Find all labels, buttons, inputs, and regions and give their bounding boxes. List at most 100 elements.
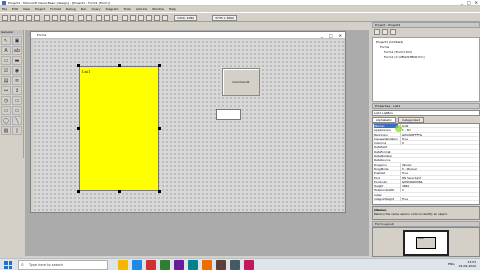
- filelistbox-tool-icon[interactable]: ▭: [12, 106, 22, 115]
- taskbar-app-icon[interactable]: [216, 260, 226, 270]
- property-value[interactable]: True: [400, 197, 479, 202]
- optionbutton-tool-icon[interactable]: ◉: [12, 66, 22, 75]
- listbox-control[interactable]: List1: [79, 66, 159, 191]
- resize-handle-ne[interactable]: [158, 64, 161, 67]
- form-position-preview[interactable]: Form1: [416, 237, 436, 249]
- menu-debug[interactable]: Debug: [66, 7, 76, 11]
- tree-item-form1[interactable]: Form1 (Form1.frm): [384, 50, 412, 54]
- resize-handle-w[interactable]: [77, 127, 80, 130]
- tree-item-project[interactable]: Project1 (Untitled): [376, 40, 403, 44]
- menu-tools[interactable]: Tools: [123, 7, 130, 11]
- view-object-icon[interactable]: [382, 29, 388, 35]
- pointer-tool-icon[interactable]: ↖: [1, 36, 11, 45]
- taskbar-app-icon[interactable]: [160, 260, 170, 270]
- property-row[interactable]: IntegralHeight True: [373, 197, 479, 202]
- dirlistbox-tool-icon[interactable]: ▭: [1, 106, 11, 115]
- add-project-icon[interactable]: [2, 15, 8, 21]
- form-layout-panel: Form1: [372, 227, 480, 257]
- form-maximize-button[interactable]: □: [329, 32, 333, 39]
- resize-handle-s[interactable]: [118, 190, 121, 193]
- form-close-button[interactable]: ✕: [339, 32, 342, 39]
- menu-view[interactable]: View: [23, 7, 30, 11]
- taskbar-app-icon[interactable]: [188, 260, 198, 270]
- paste-icon[interactable]: [60, 15, 66, 21]
- menu-editor-icon[interactable]: [18, 15, 24, 21]
- form-layout-icon[interactable]: [138, 15, 144, 21]
- command-button[interactable]: Command1: [222, 68, 260, 96]
- menu-query[interactable]: Query: [91, 7, 100, 11]
- taskbar-app-icon[interactable]: [244, 260, 254, 270]
- resize-handle-nw[interactable]: [77, 64, 80, 67]
- commandbutton-tool-icon[interactable]: ▬: [12, 56, 22, 65]
- save-project-icon[interactable]: [34, 15, 40, 21]
- combobox-tool-icon[interactable]: ▤: [1, 76, 11, 85]
- timer-tool-icon[interactable]: ◷: [1, 96, 11, 105]
- data-tool-icon[interactable]: ▯: [12, 126, 22, 135]
- form-minimize-button[interactable]: _: [321, 32, 323, 39]
- menu-add-ins[interactable]: Add-Ins: [136, 7, 147, 11]
- resize-handle-n[interactable]: [118, 64, 121, 67]
- menu-file[interactable]: File: [2, 7, 7, 11]
- frame-tool-icon[interactable]: ▭: [1, 56, 11, 65]
- end-icon[interactable]: [112, 15, 118, 21]
- image-tool-icon[interactable]: ▧: [1, 126, 11, 135]
- position-readout: 1320, 1080: [174, 15, 198, 21]
- taskbar-app-icon[interactable]: [230, 260, 240, 270]
- checkbox-tool-icon[interactable]: ☑: [1, 66, 11, 75]
- taskbar-app-icon[interactable]: [174, 260, 184, 270]
- start-icon[interactable]: [96, 15, 102, 21]
- tree-item-forms[interactable]: Forms: [380, 45, 389, 49]
- resize-handle-se[interactable]: [158, 190, 161, 193]
- textbox-tool-icon[interactable]: ab: [12, 46, 22, 55]
- resize-handle-sw[interactable]: [77, 190, 80, 193]
- taskbar-app-icon[interactable]: [202, 260, 212, 270]
- undo-icon[interactable]: [78, 15, 84, 21]
- menu-help[interactable]: Help: [169, 7, 176, 11]
- form-designer-window: Form1 _ □ ✕ List1 Command1: [30, 31, 346, 213]
- menu-project[interactable]: Project: [35, 7, 45, 11]
- taskbar-app-icon[interactable]: [132, 260, 142, 270]
- break-icon[interactable]: [104, 15, 110, 21]
- language-indicator[interactable]: ENG: [448, 262, 454, 266]
- menu-format[interactable]: Format: [50, 7, 61, 11]
- picturebox-tool-icon[interactable]: ▣: [12, 36, 22, 45]
- data-view-icon[interactable]: [162, 15, 168, 21]
- taskbar-app-icon[interactable]: [118, 260, 128, 270]
- view-code-icon[interactable]: [374, 29, 380, 35]
- menu-window[interactable]: Window: [152, 7, 164, 11]
- menu-run[interactable]: Run: [81, 7, 87, 11]
- cut-icon[interactable]: [44, 15, 50, 21]
- project-explorer-icon[interactable]: [122, 15, 128, 21]
- label-tool-icon[interactable]: A: [1, 46, 11, 55]
- vb-app-icon: [2, 1, 6, 5]
- taskbar-app-icon[interactable]: [146, 260, 156, 270]
- form-title: Form1: [37, 33, 47, 37]
- copy-icon[interactable]: [52, 15, 58, 21]
- listbox-tool-icon[interactable]: ≡: [12, 76, 22, 85]
- hscrollbar-tool-icon[interactable]: ↔: [1, 86, 11, 95]
- textbox-control[interactable]: [216, 109, 241, 120]
- vscrollbar-tool-icon[interactable]: ↕: [12, 86, 22, 95]
- form-design-grid[interactable]: List1 Command1: [33, 40, 344, 212]
- toolbox: General ↖ ▣ A ab ▭ ▬ ☑ ◉ ▤ ≡ ↔ ↕ ◷ ▭ ▭ ▭…: [0, 30, 24, 158]
- object-browser-icon[interactable]: [146, 15, 152, 21]
- line-tool-icon[interactable]: ╲: [12, 116, 22, 125]
- drivelistbox-tool-icon[interactable]: ▭: [12, 96, 22, 105]
- find-icon[interactable]: [68, 15, 74, 21]
- open-project-icon[interactable]: [26, 15, 32, 21]
- menu-diagram[interactable]: Diagram: [106, 7, 119, 11]
- toolbox-icon[interactable]: [154, 15, 160, 21]
- taskbar-search-box[interactable]: ⌕ Type here to search: [18, 260, 108, 270]
- tree-item-form1-file[interactable]: Form1 (C:\VB\LISTBOX.frm): [384, 55, 425, 59]
- add-form-icon[interactable]: [10, 15, 16, 21]
- resize-handle-e[interactable]: [158, 127, 161, 130]
- toggle-folders-icon[interactable]: [390, 29, 396, 35]
- properties-window-icon[interactable]: [130, 15, 136, 21]
- menu-edit[interactable]: Edit: [12, 7, 18, 11]
- redo-icon[interactable]: [86, 15, 92, 21]
- object-selector[interactable]: List1 ListBox: [372, 110, 480, 116]
- windows-start-icon[interactable]: [4, 261, 12, 269]
- clock[interactable]: 13:53 24-09-2020: [459, 260, 476, 268]
- search-icon: ⌕: [21, 262, 24, 268]
- shape-tool-icon[interactable]: ◯: [1, 116, 11, 125]
